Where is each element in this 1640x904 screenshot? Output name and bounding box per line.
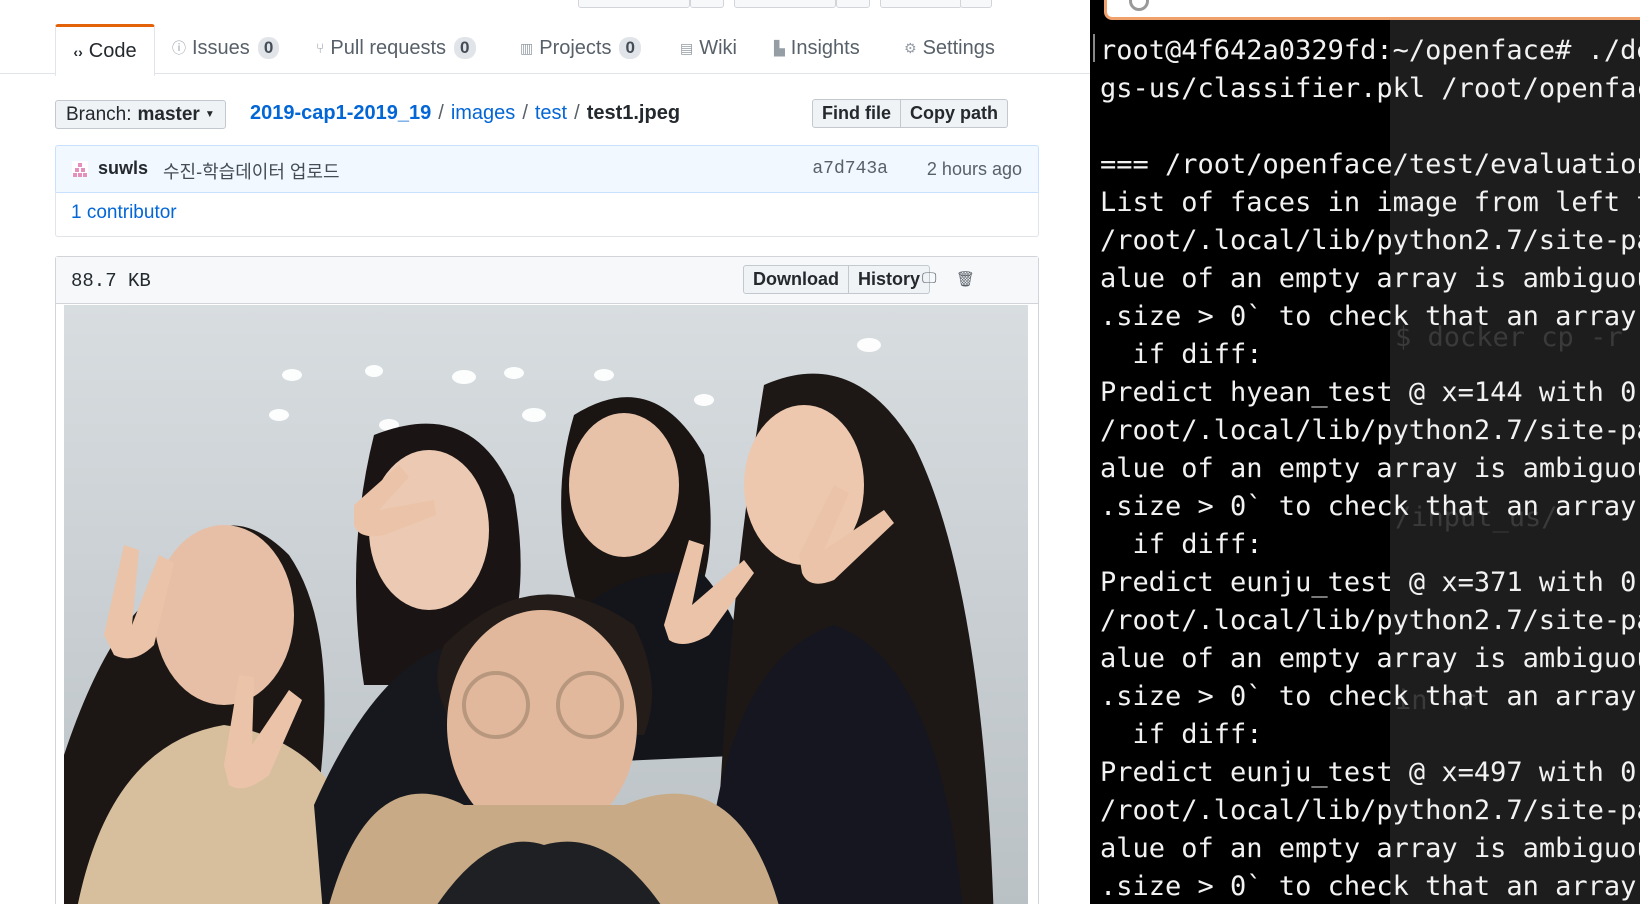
terminal-output: root@4f642a0329fd:~/openface# ./de gs-us… [1100,32,1640,904]
terminal-line: /root/.local/lib/python2.7/site-pa [1100,225,1640,256]
breadcrumb-separator: / [574,102,580,124]
terminal-line: root@4f642a0329fd:~/openface# ./de [1100,35,1640,66]
tab-code[interactable]: ‹› Code [55,24,155,76]
github-file-view: ‹› Code ⓘ Issues 0 ⑂ Pull requests 0 ▥ P… [0,0,1090,904]
commit-sha-link[interactable]: a7d743a [812,159,888,179]
project-icon: ▥ [520,39,534,56]
issue-icon: ⓘ [172,40,186,56]
terminal-line: /root/.local/lib/python2.7/site-pa [1100,605,1640,636]
repo-nav-tabs: ‹› Code ⓘ Issues 0 ⑂ Pull requests 0 ▥ P… [0,24,1090,76]
terminal-line: /root/.local/lib/python2.7/site-pa [1100,415,1640,446]
star-count[interactable] [836,0,870,8]
terminal-line: Predict hyean_test @ x=144 with 0. [1100,377,1640,408]
issues-count: 0 [257,37,280,59]
history-button[interactable]: History [849,265,931,294]
terminal-line: === /root/openface/test/evaluation [1100,149,1640,180]
terminal-line: if diff: [1100,339,1263,370]
tab-label: Wiki [699,36,737,59]
tab-label: Code [88,40,137,62]
file-size: 88.7 KB [71,270,151,292]
find-file-button[interactable]: Find file [812,99,901,128]
chevron-down-icon: ▼ [204,109,215,120]
contributors-link[interactable]: 1 contributor [71,202,177,224]
text-cursor [1093,34,1095,62]
graph-icon: ▙ [774,39,785,56]
breadcrumb-repo-link[interactable]: 2019-cap1-2019_19 [250,102,431,125]
tab-settings[interactable]: ⚙ Settings [904,24,995,72]
terminal-line: gs-us/classifier.pkl /root/openfac [1100,73,1640,104]
breadcrumb-test-link[interactable]: test [535,102,567,125]
breadcrumb-images-link[interactable]: images [451,102,515,125]
tab-label: Settings [922,36,995,59]
terminal-line: alue of an empty array is ambiguou [1100,263,1640,294]
tab-insights[interactable]: ▙ Insights [774,24,860,72]
terminal-line: alue of an empty array is ambiguou [1100,833,1640,864]
fork-button[interactable] [880,0,962,8]
star-button[interactable] [734,0,836,8]
avatar[interactable] [72,161,88,177]
terminal-line: .size > 0` to check that an array [1100,871,1640,902]
latest-commit-bar: suwls 수진-학습데이터 업로드 a7d743a 2 hours ago [55,145,1039,193]
breadcrumb-current-file: test1.jpeg [586,102,681,124]
download-button[interactable]: Download [743,265,849,294]
file-header-buttons: Download History [743,265,931,294]
search-icon [1129,0,1149,11]
top-toolbar-partial [0,0,1090,8]
terminal-line: .size > 0` to check that an array [1100,491,1640,522]
breadcrumb-separator: / [438,102,444,124]
watch-button[interactable] [578,0,690,8]
terminal-line: /root/.local/lib/python2.7/site-pa [1100,795,1640,826]
commit-author-link[interactable]: suwls [98,158,148,179]
file-viewer: 88.7 KB Download History 🖵 🗑 [55,256,1039,904]
terminal-line: if diff: [1100,529,1263,560]
projects-count: 0 [619,37,641,59]
terminal-line: alue of an empty array is ambiguou [1100,453,1640,484]
terminal-line: Predict eunju_test @ x=371 with 0. [1100,567,1640,598]
tab-label: Issues [192,36,250,59]
code-icon: ‹› [73,43,83,60]
image-preview [64,305,1028,904]
terminal-line: if diff: [1100,719,1263,750]
tab-pull-requests[interactable]: ⑂ Pull requests 0 [316,24,476,72]
trash-icon[interactable]: 🗑 [956,270,975,288]
terminal-line: .size > 0` to check that an array [1100,301,1640,332]
tab-wiki[interactable]: ▤ Wiki [680,24,737,72]
terminal-line: alue of an empty array is ambiguou [1100,643,1640,674]
branch-prefix: Branch: [66,103,132,125]
branch-name: master [137,103,200,125]
pull-requests-count: 0 [454,37,476,59]
terminal-window[interactable]: $ docker cp -r /input_us/ in -r root@4f6… [1090,0,1640,904]
search-input[interactable] [1104,0,1640,20]
desktop-icon[interactable]: 🖵 [922,270,936,287]
contributors-bar: 1 contributor [55,191,1039,237]
breadcrumb: 2019-cap1-2019_19 / images / test / test… [250,100,680,127]
terminal-line: List of faces in image from left t [1100,187,1640,218]
tab-label: Projects [539,36,612,59]
branch-select-button[interactable]: Branch: master ▼ [55,100,226,129]
terminal-line: Predict eunju_test @ x=497 with 0. [1100,757,1640,788]
tab-label: Insights [790,36,860,59]
tab-projects[interactable]: ▥ Projects 0 [520,24,641,72]
pull-request-icon: ⑂ [316,40,325,56]
terminal-line: .size > 0` to check that an array [1100,681,1640,712]
tab-issues[interactable]: ⓘ Issues 0 [172,24,280,72]
fork-count[interactable] [960,0,992,8]
file-actions: Find file Copy path [812,99,1008,128]
file-header: 88.7 KB Download History 🖵 🗑 [56,257,1038,304]
gear-icon: ⚙ [904,39,917,56]
commit-message-link[interactable]: 수진-학습데이터 업로드 [163,158,340,184]
tab-label: Pull requests [330,36,447,59]
breadcrumb-separator: / [522,102,528,124]
copy-path-button[interactable]: Copy path [901,99,1008,128]
commit-time: 2 hours ago [926,159,1022,179]
book-icon: ▤ [680,39,694,56]
watch-count[interactable] [690,0,724,8]
